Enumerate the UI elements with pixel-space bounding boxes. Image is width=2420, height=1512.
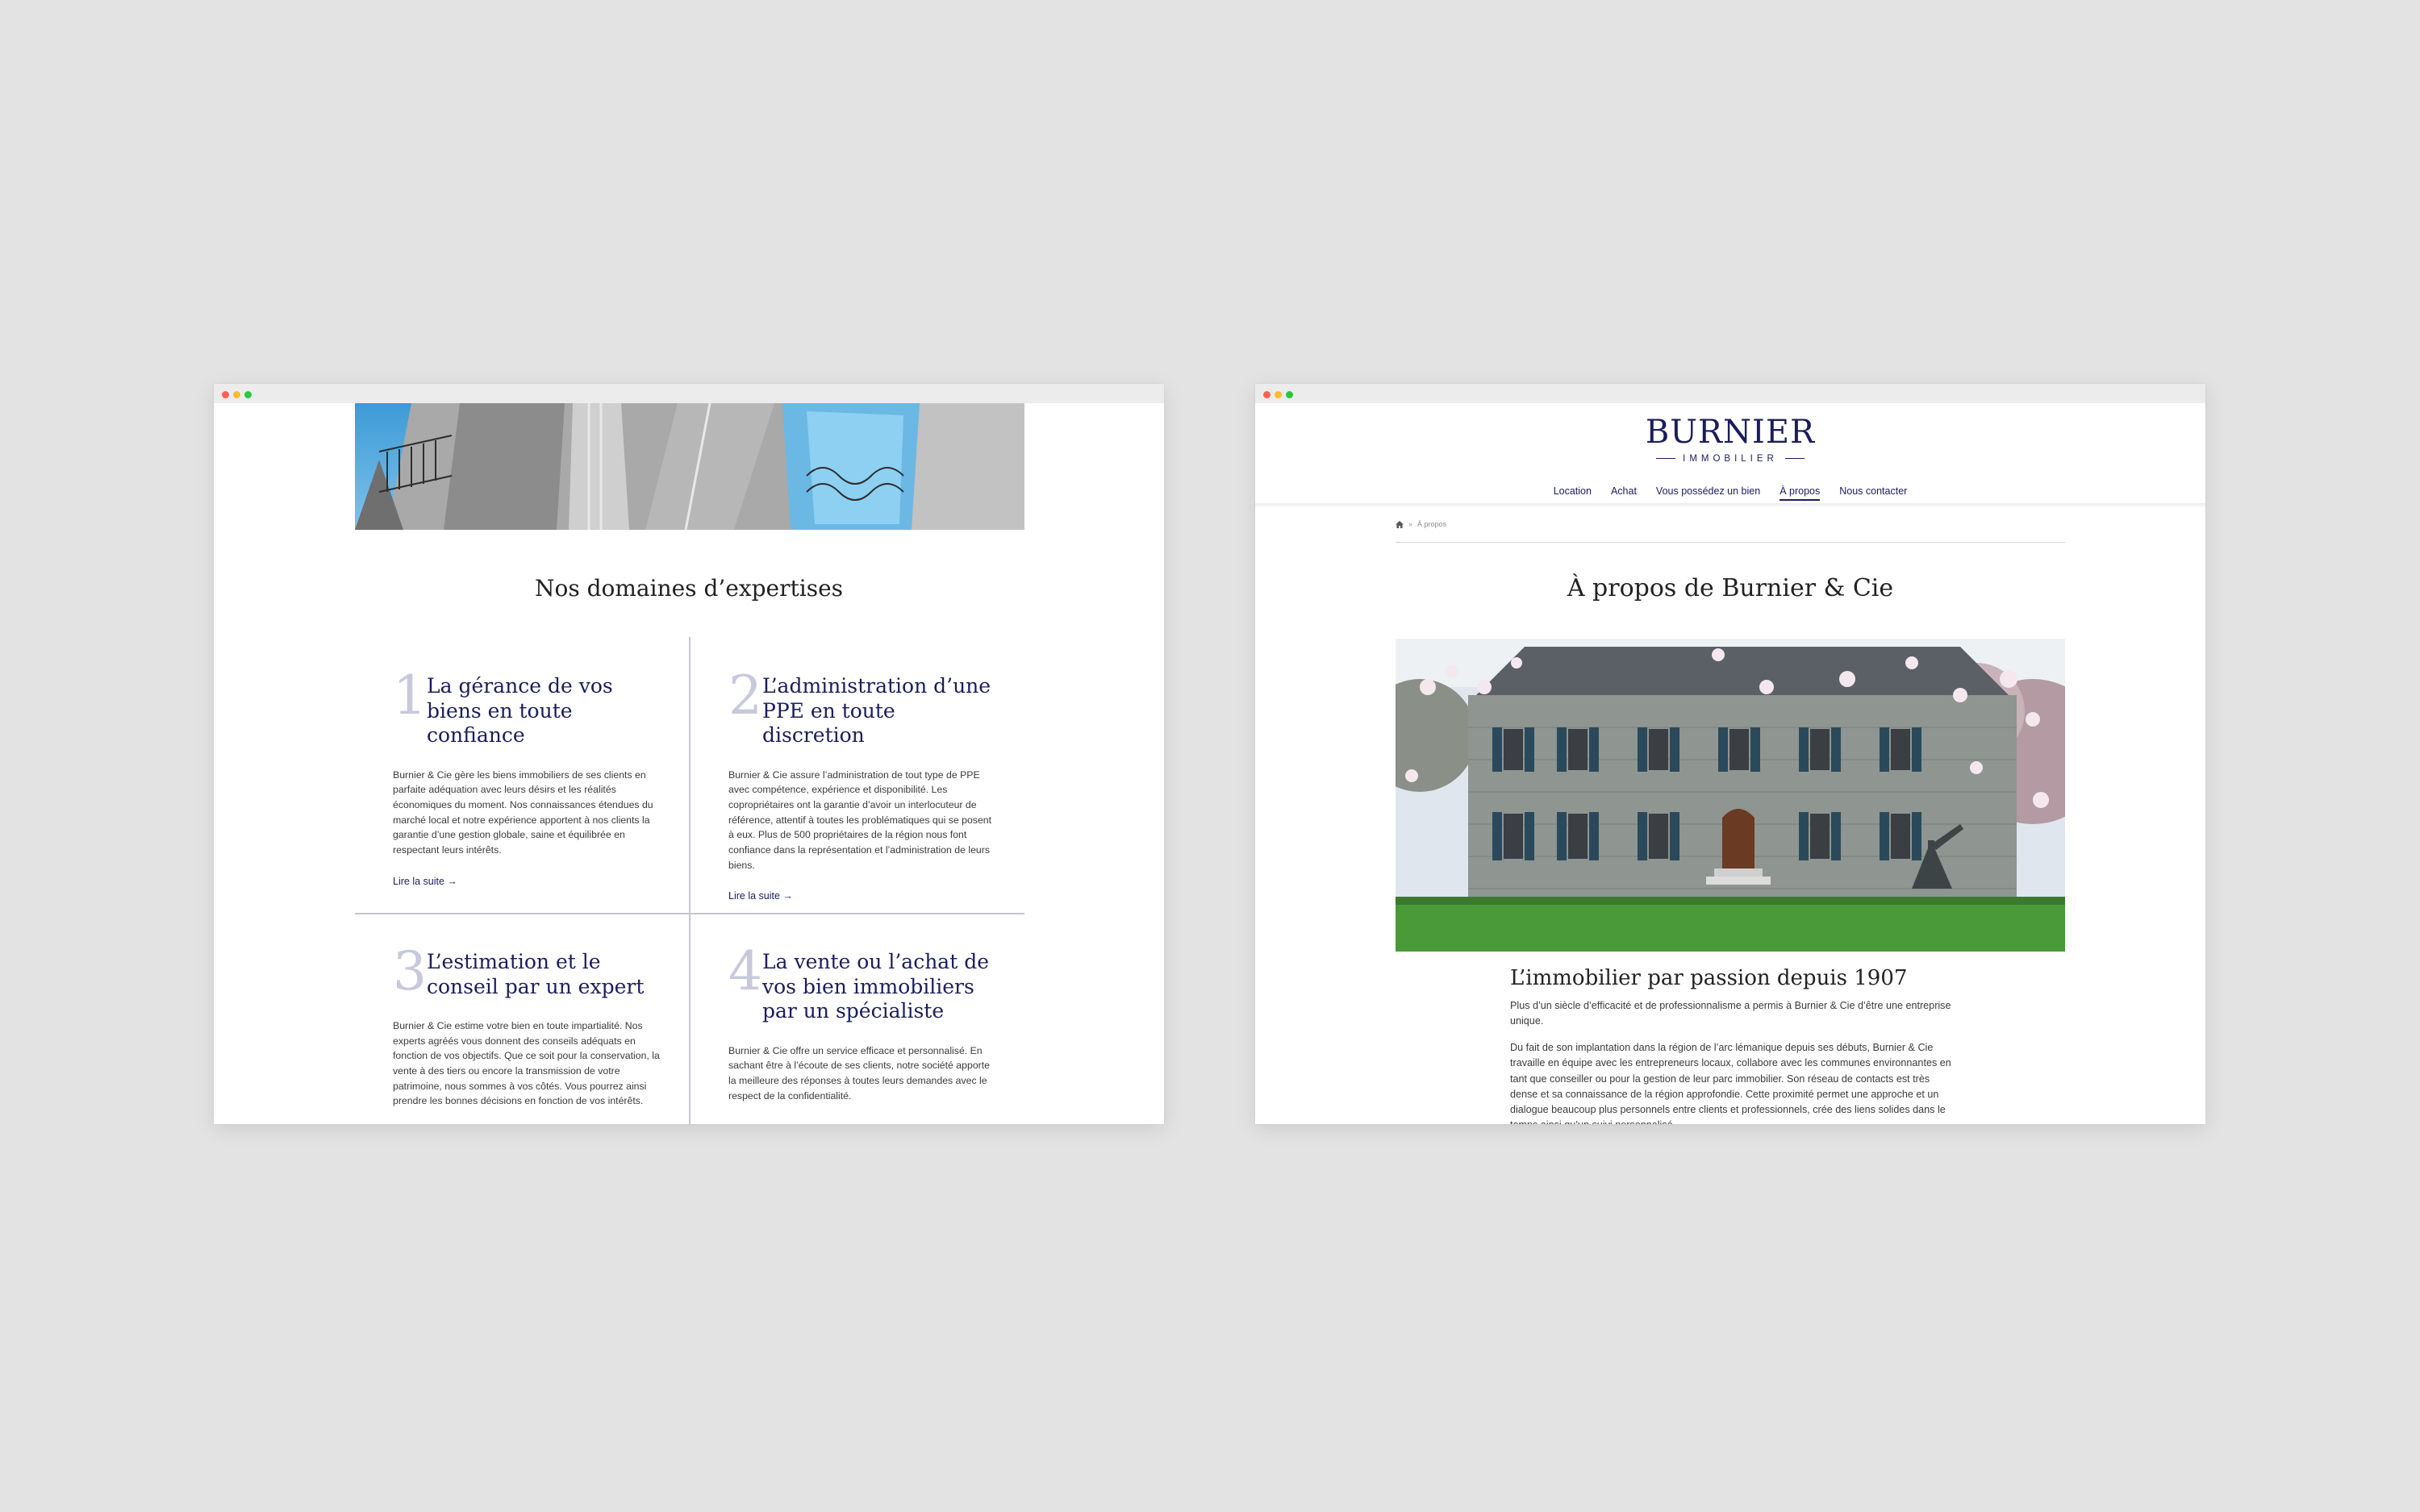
window-titlebar (214, 384, 1164, 403)
site-logo[interactable]: BURNIER IMMOBILIER (1255, 416, 2205, 464)
expertise-card-1: 1 La gérance de vos biens en toute confi… (393, 669, 663, 887)
expertise-card-4: 4 La vente ou l’achat de vos bien immobi… (728, 945, 999, 1103)
logo-subtitle: IMMOBILIER (1683, 453, 1778, 464)
about-paragraph: Plus d’un siècle d’efficacité et de prof… (1510, 1000, 1951, 1027)
card-number: 1 (393, 664, 427, 727)
nav-contact[interactable]: Nous contacter (1839, 485, 1907, 501)
nav-location[interactable]: Location (1554, 485, 1592, 501)
close-window-button[interactable] (222, 391, 229, 398)
about-text: Plus d’un siècle d’efficacité et de prof… (1510, 998, 1954, 1124)
facade-hero-image (355, 403, 1024, 530)
breadcrumb: » À propos (1396, 520, 1446, 528)
logo-wordmark: BURNIER (1645, 414, 1816, 451)
card-body: Burnier & Cie estime votre bien en toute… (393, 1020, 660, 1107)
logo-rule (1656, 458, 1676, 459)
card-body: Burnier & Cie gère les biens immobiliers… (393, 768, 653, 856)
card-title: L’estimation et le conseil par un expert (427, 950, 645, 998)
card-body: Burnier & Cie offre un service efficace … (728, 1044, 991, 1102)
main-nav: Location Achat Vous possédez un bien À p… (1255, 485, 2205, 501)
logo-rule (1784, 458, 1805, 459)
breadcrumb-current: À propos (1417, 520, 1447, 528)
nav-vous-possedez[interactable]: Vous possédez un bien (1656, 485, 1760, 501)
home-icon[interactable] (1396, 520, 1404, 528)
nav-achat[interactable]: Achat (1611, 485, 1637, 501)
card-number: 3 (393, 940, 427, 1002)
header-shadow (1255, 503, 2205, 508)
grid-divider-horizontal (355, 913, 1024, 914)
page-viewport[interactable]: BURNIER IMMOBILIER Location Achat Vous p… (1255, 403, 2205, 1124)
nav-a-propos[interactable]: À propos (1780, 485, 1821, 501)
logo-subline: IMMOBILIER (1656, 454, 1805, 464)
browser-window-expertises: Nos domaines d’expertises 1 La gérance d… (214, 384, 1164, 1124)
expertise-card-3: 3 L’estimation et le conseil par un expe… (393, 945, 663, 1109)
section-subtitle: L’immobilier par passion depuis 1907 (1510, 966, 1908, 990)
card-title: La gérance de vos biens en toute confian… (427, 674, 613, 747)
expertise-card-2: 2 L’administration d’une PPE en toute di… (728, 669, 999, 902)
card-title: La vente ou l’achat de vos bien immobili… (762, 950, 990, 1023)
close-window-button[interactable] (1263, 391, 1270, 398)
maximize-window-button[interactable] (244, 391, 252, 398)
minimize-window-button[interactable] (1275, 391, 1282, 398)
page-viewport[interactable]: Nos domaines d’expertises 1 La gérance d… (214, 403, 1164, 1124)
maximize-window-button[interactable] (1286, 391, 1293, 398)
minimize-window-button[interactable] (233, 391, 240, 398)
read-more-link[interactable]: Lire la suite → (728, 890, 999, 902)
card-number: 2 (728, 664, 762, 727)
breadcrumb-separator: » (1408, 520, 1413, 528)
card-number: 4 (728, 940, 762, 1002)
about-paragraph: Du fait de son implantation dans la régi… (1510, 1042, 1951, 1124)
card-body: Burnier & Cie assure l’administration de… (728, 768, 992, 871)
read-more-link[interactable]: Lire la suite → (393, 876, 663, 887)
card-title: L’administration d’une PPE en toute disc… (762, 674, 991, 747)
browser-window-about: BURNIER IMMOBILIER Location Achat Vous p… (1255, 384, 2205, 1124)
page-title: À propos de Burnier & Cie (1567, 574, 1894, 602)
grid-divider-vertical (689, 637, 691, 1124)
section-title: Nos domaines d’expertises (534, 575, 844, 602)
mansion-photo (1396, 639, 2065, 952)
breadcrumb-divider (1396, 542, 2065, 543)
window-titlebar (1255, 384, 2205, 403)
